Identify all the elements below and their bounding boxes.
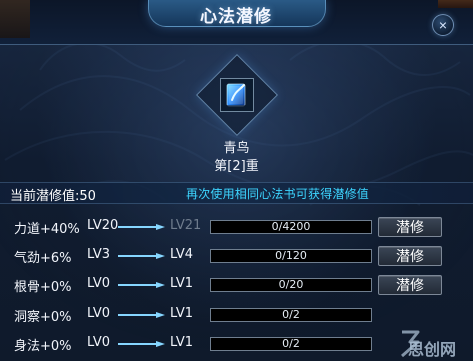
current-level: LV3 — [87, 247, 110, 262]
arrow-right-icon — [118, 253, 165, 259]
stat-label: 根骨+0% — [14, 280, 72, 295]
attribute-row-3: 根骨+0% LV0 LV1 0/20 潜修 — [0, 272, 473, 298]
stat-label: 力道+40% — [14, 222, 80, 237]
cultivate-button-label: 潜修 — [396, 219, 424, 235]
progress-bar: 0/4200 — [210, 220, 372, 234]
close-icon: × — [438, 17, 448, 33]
divider — [0, 44, 473, 45]
book-rank: 第[2]重 — [214, 159, 259, 174]
book-icon — [226, 83, 246, 107]
cultivate-button[interactable]: 潜修 — [378, 246, 442, 266]
cultivate-button-label: 潜修 — [396, 248, 424, 264]
stat-label: 洞察+0% — [14, 310, 72, 325]
progress-bar: 0/120 — [210, 249, 372, 263]
next-level: LV1 — [170, 306, 193, 321]
current-level: LV0 — [87, 335, 110, 350]
next-level: LV4 — [170, 247, 193, 262]
progress-text: 0/2 — [282, 337, 300, 350]
close-button[interactable]: × — [432, 14, 454, 36]
stat-label: 身法+0% — [14, 339, 72, 354]
progress-bar: 0/2 — [210, 308, 372, 322]
watermark-text: 思创网 — [408, 340, 457, 359]
current-level: LV20 — [87, 218, 119, 233]
corner-decoration-left — [0, 0, 30, 38]
book-name: 青鸟 — [223, 141, 250, 156]
cultivation-info-bar: 当前潜修值:50 再次使用相同心法书可获得潜修值 — [0, 182, 473, 204]
arrow-right-icon — [118, 341, 165, 347]
attribute-row-2: 气劲+6% LV3 LV4 0/120 潜修 — [0, 243, 473, 269]
next-level: LV21 — [170, 218, 202, 233]
progress-bar: 0/2 — [210, 337, 372, 351]
current-level: LV0 — [87, 276, 110, 291]
progress-text: 0/20 — [278, 278, 304, 291]
progress-bar: 0/20 — [210, 278, 372, 292]
attribute-row-4: 洞察+0% LV0 LV1 0/2 — [0, 302, 473, 328]
stat-label: 气劲+6% — [14, 251, 72, 266]
cultivation-hint: 再次使用相同心法书可获得潜修值 — [186, 187, 370, 201]
cultivate-button-label: 潜修 — [396, 277, 424, 293]
cultivation-window: 心法潜修 × 青鸟 第[2]重 当前潜修值:50 再次使用相同心法书可获得潜修值… — [0, 0, 473, 361]
window-title: 心法潜修 — [200, 7, 272, 27]
current-level: LV0 — [87, 306, 110, 321]
corner-decoration-right — [438, 0, 473, 8]
cultivate-button[interactable]: 潜修 — [378, 275, 442, 295]
arrow-right-icon — [118, 312, 165, 318]
progress-text: 0/2 — [282, 308, 300, 321]
arrow-right-icon — [118, 282, 165, 288]
attribute-row-1: 力道+40% LV20 LV21 0/4200 潜修 — [0, 214, 473, 240]
progress-text: 0/120 — [275, 249, 307, 262]
progress-text: 0/4200 — [271, 220, 311, 233]
book-icon-frame — [220, 78, 254, 112]
next-level: LV1 — [170, 335, 193, 350]
book-slot[interactable] — [195, 53, 279, 137]
cultivate-button[interactable]: 潜修 — [378, 217, 442, 237]
arrow-right-icon — [118, 224, 165, 230]
next-level: LV1 — [170, 276, 193, 291]
current-cultivation-value: 当前潜修值:50 — [10, 189, 96, 204]
